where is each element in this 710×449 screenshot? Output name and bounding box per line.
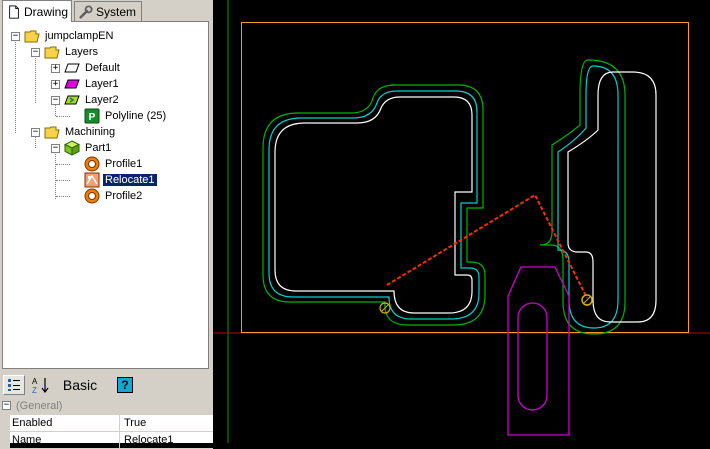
categorized-icon (8, 379, 20, 391)
svg-text:A: A (32, 377, 38, 386)
stock-boundary (241, 22, 689, 333)
tree-item-machining[interactable]: Machining (44, 124, 117, 140)
property-name: Name (0, 432, 120, 448)
tree-item-layer-default[interactable]: Default (64, 60, 122, 76)
tree-item-profile2[interactable]: Profile2 (84, 188, 144, 204)
sort-alphabetical-button[interactable]: A Z (30, 375, 52, 395)
tree-connector (35, 55, 36, 103)
expander-default[interactable]: + (51, 64, 60, 73)
tree-item-label: Part1 (85, 142, 112, 154)
tree-item-label: Relocate1 (103, 174, 157, 186)
tree-item-label: Polyline (25) (105, 110, 167, 122)
layer-magenta-icon (64, 79, 80, 89)
property-value[interactable]: True (121, 415, 213, 431)
tree-item-label: Layer2 (85, 94, 119, 106)
categorized-button[interactable] (3, 375, 25, 395)
right-profile-cyan (557, 65, 619, 329)
property-value[interactable]: Relocate1 (121, 432, 213, 448)
basic-view-label: Basic (62, 377, 98, 393)
tree-connector (56, 164, 70, 165)
clamp-slot (517, 302, 548, 411)
tree-item-relocate1[interactable]: Relocate1 (84, 172, 157, 188)
tree-item-label: Profile2 (105, 190, 143, 202)
expander-part1[interactable]: − (51, 144, 60, 153)
property-section-label: (General) (16, 400, 63, 412)
svg-text:P: P (89, 112, 96, 123)
sort-az-icon: A Z (32, 377, 49, 394)
property-section-general[interactable]: − (General) (0, 398, 213, 415)
tree-item-layer2[interactable]: Layer2 (64, 92, 121, 108)
clamp-outline (507, 266, 570, 436)
layer-white-icon (64, 63, 80, 73)
property-name: Enabled (0, 415, 120, 431)
expander-root[interactable]: − (11, 32, 20, 41)
profile-op-icon (84, 188, 100, 204)
property-grid: − (General) Enabled True Name Relocate1 (0, 398, 213, 449)
tree-connector (15, 39, 16, 133)
expander-layer2[interactable]: − (51, 96, 60, 105)
left-profile-green (262, 84, 486, 326)
tree-item-profile1[interactable]: Profile1 (84, 156, 144, 172)
drawing-document-icon (9, 4, 19, 19)
right-profile-green (539, 59, 626, 335)
relocate-target-marker[interactable] (581, 294, 593, 306)
tree-item-label: Layer1 (85, 78, 119, 90)
help-button[interactable]: ? (117, 377, 133, 393)
drawing-tree[interactable]: − − + + − − − jumpclampEN Layers Default… (2, 21, 209, 369)
tree-item-root-label: jumpclampEN (45, 30, 114, 42)
svg-text:Z: Z (32, 386, 37, 394)
folder-icon (44, 46, 60, 59)
help-icon: ? (121, 378, 129, 392)
folder-icon (24, 30, 40, 43)
tree-item-polyline[interactable]: P Polyline (25) (84, 108, 168, 124)
tree-item-layers-label: Layers (65, 46, 99, 58)
tree-connector (56, 196, 70, 197)
tree-item-root[interactable]: jumpclampEN (24, 28, 115, 44)
property-row-name[interactable]: Name Relocate1 (0, 432, 213, 449)
property-row-enabled[interactable]: Enabled True (0, 415, 213, 432)
tree-item-label: Profile1 (105, 158, 143, 170)
left-panel: Drawing System − − + + − − − jumpclampEN… (0, 0, 213, 449)
panel-tabs: Drawing System (0, 0, 213, 22)
tree-item-label: Default (85, 62, 120, 74)
cad-viewport[interactable] (213, 0, 710, 443)
tree-connector (55, 151, 56, 199)
drawing-canvas[interactable] (213, 0, 710, 443)
expander-machining[interactable]: − (31, 128, 40, 137)
tab-system-label: System (96, 4, 137, 19)
layer-green-icon (64, 95, 80, 105)
tree-connector (56, 116, 70, 117)
part-cube-icon (64, 140, 80, 156)
left-profile-inner (274, 96, 473, 314)
expander-layer1[interactable]: + (51, 80, 60, 89)
tab-drawing[interactable]: Drawing (2, 0, 72, 22)
property-toolbar: A Z Basic ? (0, 372, 213, 398)
tree-item-layer1[interactable]: Layer1 (64, 76, 121, 92)
tab-system[interactable]: System (74, 1, 142, 21)
tree-item-layers[interactable]: Layers (44, 44, 100, 60)
wrench-icon (79, 4, 93, 19)
left-profile-cyan (268, 90, 480, 320)
tree-item-part1[interactable]: Part1 (64, 140, 113, 156)
tab-drawing-label: Drawing (24, 4, 69, 19)
tree-connector (56, 180, 70, 181)
polyline-icon: P (84, 108, 100, 124)
folder-icon (44, 126, 60, 139)
relocate-op-icon (84, 172, 100, 188)
basic-view-button[interactable]: Basic (58, 375, 102, 395)
tree-item-label: Machining (65, 126, 116, 138)
expander-layers[interactable]: − (31, 48, 40, 57)
profile-op-icon (84, 156, 100, 172)
